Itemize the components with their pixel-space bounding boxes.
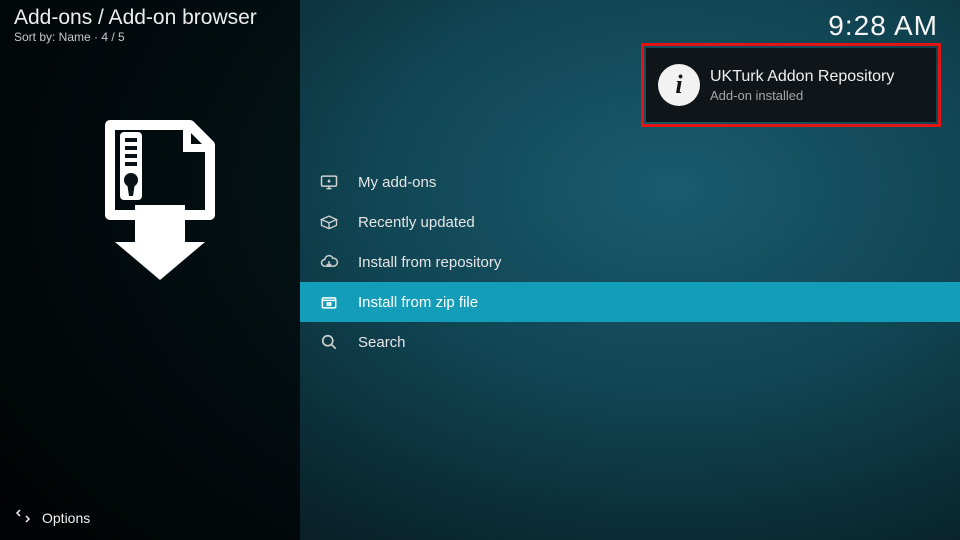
sort-line: Sort by: Name · 4 / 5 (14, 30, 125, 44)
breadcrumb: Add-ons / Add-on browser (14, 6, 257, 30)
menu-item-label: Search (358, 334, 406, 351)
options-button[interactable]: Options (14, 507, 90, 528)
zip-file-icon (318, 291, 340, 313)
toast-text: UKTurk Addon Repository Add-on installed (710, 67, 894, 103)
menu-item-label: My add-ons (358, 174, 436, 191)
menu-item-install-zip[interactable]: Install from zip file (300, 282, 960, 322)
menu-item-install-repository[interactable]: Install from repository (300, 242, 960, 282)
menu-item-search[interactable]: Search (300, 322, 960, 362)
clock: 9:28 AM (828, 10, 938, 42)
toast-subtitle: Add-on installed (710, 88, 894, 103)
notification-toast: i UKTurk Addon Repository Add-on install… (646, 48, 936, 122)
box-open-icon (318, 211, 340, 233)
options-icon (14, 507, 32, 528)
cloud-download-icon (318, 251, 340, 273)
install-zip-hero-icon (75, 120, 225, 280)
search-icon (318, 331, 340, 353)
toast-title: UKTurk Addon Repository (710, 67, 894, 86)
sidebar: Add-ons / Add-on browser Sort by: Name ·… (0, 0, 300, 540)
monitor-icon (318, 171, 340, 193)
menu-item-label: Recently updated (358, 214, 475, 231)
addon-menu: My add-ons Recently updated Install from… (300, 162, 960, 362)
info-icon: i (658, 64, 700, 106)
menu-item-label: Install from repository (358, 254, 501, 271)
menu-item-recently-updated[interactable]: Recently updated (300, 202, 960, 242)
menu-item-label: Install from zip file (358, 294, 478, 311)
options-label: Options (42, 510, 90, 526)
menu-item-my-addons[interactable]: My add-ons (300, 162, 960, 202)
